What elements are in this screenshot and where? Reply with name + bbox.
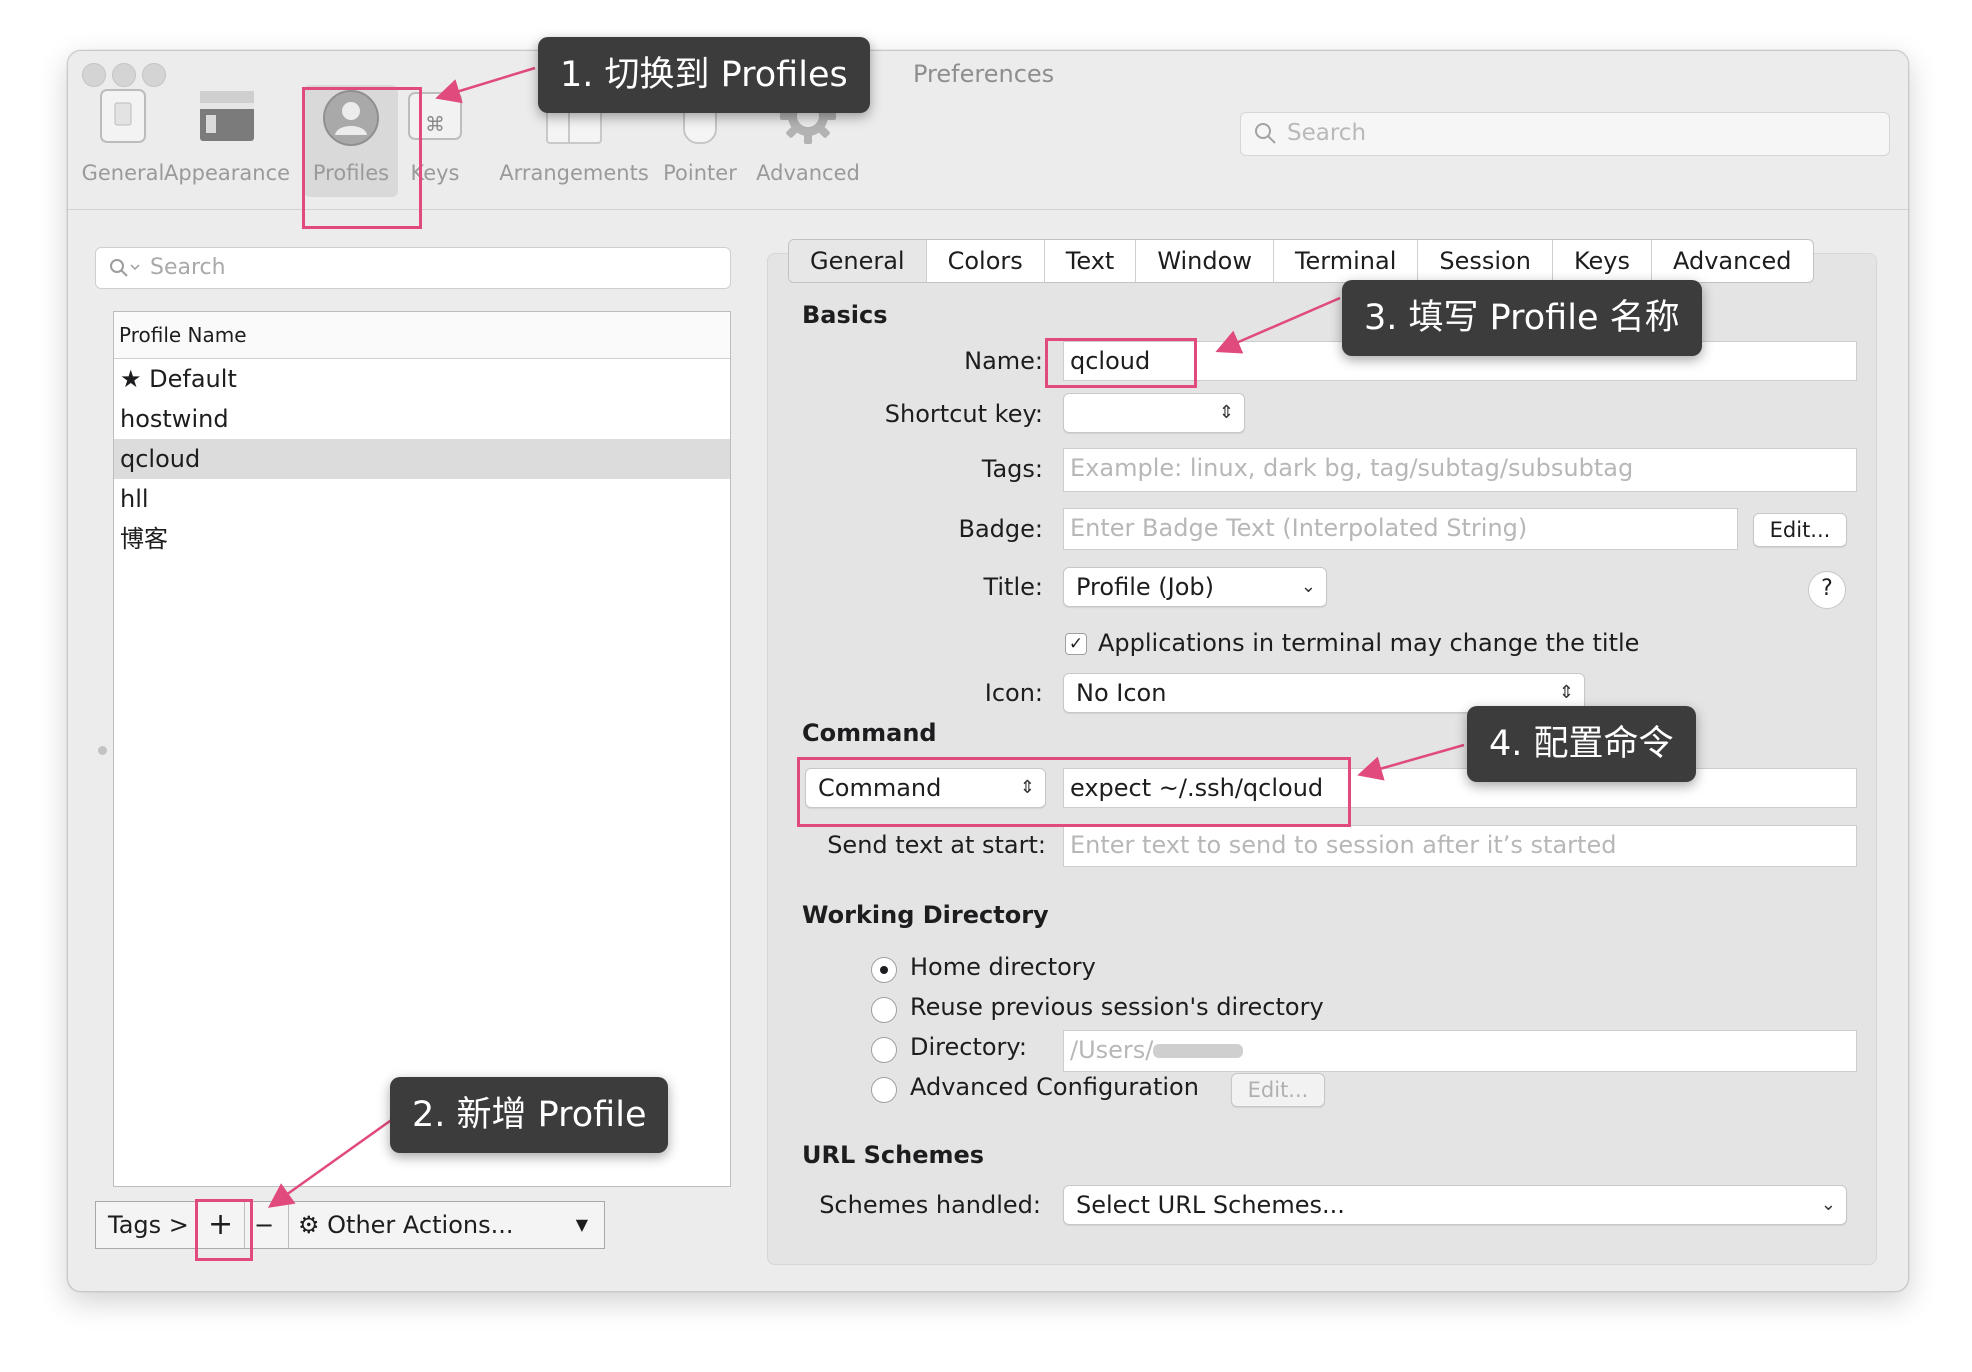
callout-step3: 3. 填写 Profile 名称 — [1342, 280, 1702, 356]
callout-step1: 1. 切换到 Profiles — [538, 37, 870, 113]
annotation-arrows — [267, 66, 1465, 1208]
callout-step4: 4. 配置命令 — [1467, 706, 1696, 782]
callout-step2: 2. 新增 Profile — [390, 1077, 669, 1153]
